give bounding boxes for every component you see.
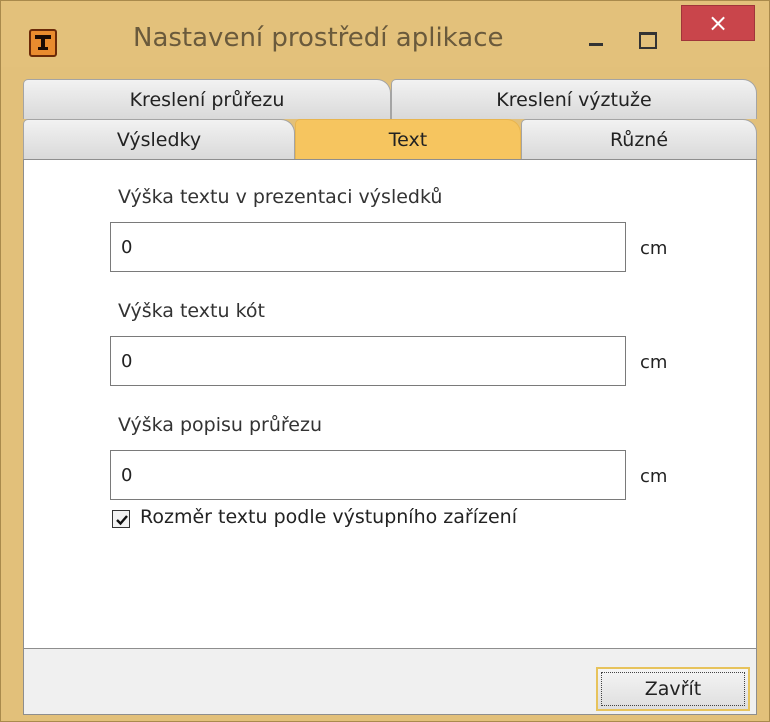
settings-window: Nastavení prostředí aplikace × Kreslení … [0,0,770,722]
output-device-checkbox-label[interactable]: Rozměr textu podle výstupního zařízení [140,506,517,528]
window-title: Nastavení prostředí aplikace [133,23,504,53]
text-height-results-input[interactable] [110,222,626,272]
tab-vysledky[interactable]: Výsledky [23,119,295,159]
dimension-text-height-unit: cm [640,352,668,373]
section-label-height-input[interactable] [110,450,626,500]
tab-ruzne[interactable]: Různé [521,119,757,159]
dialog-footer: Zavřít [23,649,757,715]
tab-kresleni-prurezu[interactable]: Kreslení průřezu [23,79,391,119]
text-height-results-label: Výška textu v prezentaci výsledků [118,186,443,208]
dimension-text-height-label: Výška textu kót [118,300,265,322]
close-button[interactable]: Zavřít [596,667,750,711]
app-icon [29,29,57,57]
section-label-height-label: Výška popisu průřezu [118,414,322,436]
checkmark-icon [116,515,128,526]
tab-row-bottom: Výsledky Text Různé [23,119,757,159]
minimize-icon[interactable] [573,23,621,59]
maximize-icon[interactable] [623,23,671,59]
dimension-text-height-input[interactable] [110,336,626,386]
text-height-results-unit: cm [640,238,668,259]
title-bar[interactable]: Nastavení prostředí aplikace × [1,1,769,67]
tab-kresleni-vyztuze[interactable]: Kreslení výztuže [391,79,757,119]
close-icon[interactable]: × [681,5,755,41]
text-settings-panel: Výška textu v prezentaci výsledků cm Výš… [23,159,757,649]
tab-row-top: Kreslení průřezu Kreslení výztuže [23,79,757,119]
section-label-height-unit: cm [640,466,668,487]
output-device-checkbox[interactable] [112,510,130,528]
tab-text[interactable]: Text [295,119,521,159]
